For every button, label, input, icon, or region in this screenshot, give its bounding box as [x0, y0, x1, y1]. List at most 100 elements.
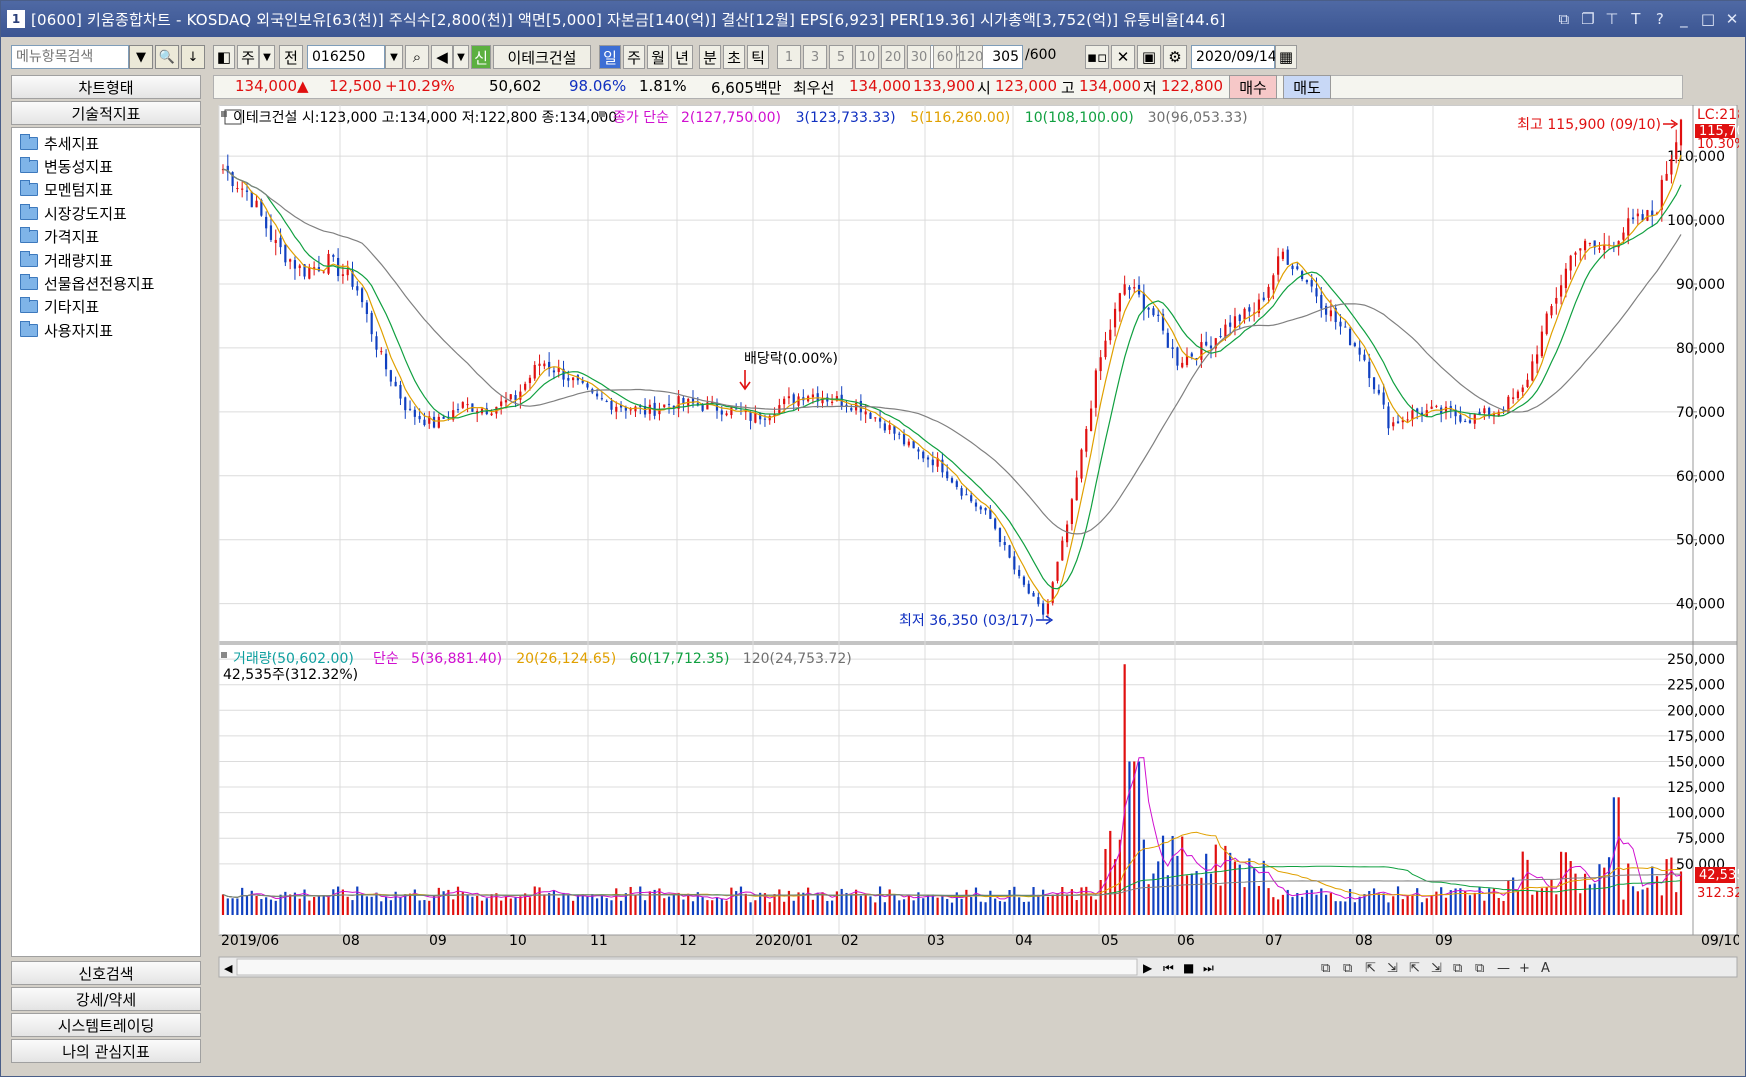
- interval-button[interactable]: 60: [933, 45, 957, 69]
- period-button[interactable]: 년: [671, 45, 693, 69]
- indicator-folder-label: 가격지표: [44, 228, 100, 247]
- candle-body: [1142, 292, 1145, 311]
- sell-button[interactable]: 매도: [1283, 75, 1331, 99]
- folder-icon: [20, 203, 38, 220]
- scrollbar-thumb[interactable]: [236, 958, 1138, 976]
- candle-body: [1094, 370, 1097, 408]
- x-tick-label: 05: [1101, 933, 1119, 949]
- volume-bar: [1464, 890, 1467, 915]
- help-icon[interactable]: ?: [1653, 10, 1667, 28]
- candle-body: [1089, 408, 1093, 432]
- dropdown-icon[interactable]: ▼: [129, 45, 153, 69]
- ma-label: 종가 단순: [613, 110, 669, 126]
- system-trading-button[interactable]: 시스템트레이딩: [11, 1013, 201, 1037]
- dock-icon[interactable]: ⧉: [1557, 10, 1571, 28]
- interval-button[interactable]: 1: [777, 45, 801, 69]
- high-annotation: 최고 115,900 (09/10): [1517, 117, 1661, 133]
- indicator-tree: 추세지표 변동성지표 모멘텀지표 시장강도지표가격지표거래량지표 선물옵션전용지표 기타지…: [11, 127, 201, 957]
- indicator-folder-item[interactable]: 모멘텀지표: [20, 179, 113, 201]
- ma-legend: 3(123,733.33): [796, 110, 896, 126]
- volume-bar: [1190, 873, 1193, 915]
- x-tick-label: 2019/06: [221, 933, 279, 949]
- candle-body: [1679, 119, 1683, 146]
- indicator-folder-item[interactable]: 추세지표: [20, 132, 99, 154]
- interval-button[interactable]: 3: [803, 45, 827, 69]
- stock-code-input[interactable]: 016250: [307, 45, 385, 69]
- interval-button[interactable]: 30: [907, 45, 931, 69]
- date-input[interactable]: 2020/09/14: [1191, 45, 1277, 69]
- bull-bear-button[interactable]: 강세/약세: [11, 987, 201, 1011]
- text-icon[interactable]: T: [1629, 10, 1643, 28]
- volume-tick-label: 150,000: [1667, 754, 1725, 770]
- signal-search-button[interactable]: 신호검색: [11, 961, 201, 985]
- chart-type-header[interactable]: 차트형태: [11, 75, 201, 99]
- period-button[interactable]: 월: [647, 45, 669, 69]
- compare-icon[interactable]: ▪▫: [1085, 45, 1109, 69]
- period-button[interactable]: 틱: [747, 45, 769, 69]
- tech-indicator-header[interactable]: 기술적지표: [11, 101, 201, 125]
- code-dropdown-icon[interactable]: ▼: [385, 45, 403, 69]
- stock-type-select[interactable]: 주: [237, 45, 259, 69]
- folder-icon: [20, 250, 38, 267]
- candle-body: [360, 288, 364, 303]
- interval-button[interactable]: 120: [959, 45, 983, 69]
- chevron-down-icon[interactable]: ▼: [259, 45, 275, 69]
- gear-icon[interactable]: ⚙: [1163, 45, 1187, 69]
- period-button[interactable]: 분: [699, 45, 721, 69]
- interval-button[interactable]: 10: [855, 45, 879, 69]
- volume-bar: [370, 896, 373, 915]
- candle-body: [1104, 340, 1107, 358]
- candle-body: [250, 191, 253, 208]
- candle-body: [1286, 249, 1289, 265]
- interval-button[interactable]: 20: [881, 45, 905, 69]
- indicator-folder-item[interactable]: 거래량지표: [20, 249, 113, 271]
- x-tick-label: 04: [1015, 933, 1033, 949]
- candle-body: [1435, 405, 1438, 407]
- indicator-folder-item[interactable]: 기타지표: [20, 296, 99, 318]
- speaker-icon[interactable]: ◀: [431, 45, 453, 69]
- prev-button[interactable]: 전: [279, 45, 303, 69]
- indicator-folder-item[interactable]: 변동성지표: [20, 155, 113, 177]
- volume-bar: [706, 900, 709, 915]
- search-icon[interactable]: ⌕: [405, 45, 429, 69]
- indicator-folder-item[interactable]: 사용자지표: [20, 319, 113, 341]
- window-title: [0600] 키움종합차트 - KOSDAQ 외국인보유[63(천)] 주식수[…: [31, 10, 1226, 29]
- volume-bar: [327, 896, 330, 915]
- down-arrow-icon[interactable]: ↓: [181, 45, 205, 69]
- speaker-dropdown-icon[interactable]: ▼: [453, 45, 469, 69]
- volume-bar: [509, 898, 512, 915]
- pin-icon[interactable]: ⊤: [1605, 10, 1619, 28]
- calendar-icon[interactable]: ▦: [1275, 45, 1297, 69]
- candle-body: [394, 381, 397, 387]
- layout-icon[interactable]: ◧: [213, 45, 235, 69]
- current-price: 134,000: [235, 77, 298, 95]
- restore-icon[interactable]: ❐: [1581, 10, 1595, 28]
- low-label: 저: [1143, 79, 1157, 97]
- volume-bar: [236, 898, 239, 915]
- new-badge[interactable]: 신: [471, 45, 491, 69]
- period-button[interactable]: 초: [723, 45, 745, 69]
- search-icon[interactable]: 🔍: [155, 45, 179, 69]
- close-icon[interactable]: ✕: [1725, 10, 1739, 28]
- indicator-folder-item[interactable]: 선물옵션전용지표: [20, 272, 154, 294]
- period-button[interactable]: 일: [599, 45, 621, 69]
- x-tick-label: 07: [1265, 933, 1283, 949]
- stock-chart[interactable]: 110,000100,00090,00080,00070,00060,00050…: [213, 105, 1739, 1050]
- menu-search-input[interactable]: [11, 45, 129, 69]
- indicator-folder-item[interactable]: 시장강도지표: [20, 202, 127, 224]
- indicator-folder-item[interactable]: 가격지표: [20, 226, 99, 248]
- save-icon[interactable]: ▣: [1137, 45, 1161, 69]
- my-indicator-button[interactable]: 나의 관심지표: [11, 1039, 201, 1063]
- crosshair-icon[interactable]: ✕: [1111, 45, 1135, 69]
- maximize-icon[interactable]: □: [1701, 10, 1715, 28]
- candle-body: [648, 404, 651, 414]
- period-button[interactable]: 주: [623, 45, 645, 69]
- candle-body: [399, 384, 402, 399]
- interval-button[interactable]: 5: [829, 45, 853, 69]
- buy-button[interactable]: 매수: [1229, 75, 1277, 99]
- volume-bar: [950, 902, 954, 915]
- minimize-icon[interactable]: _: [1677, 10, 1691, 28]
- volume-bar: [471, 896, 474, 915]
- volume-bar: [514, 897, 517, 915]
- volume-bar: [1018, 897, 1021, 915]
